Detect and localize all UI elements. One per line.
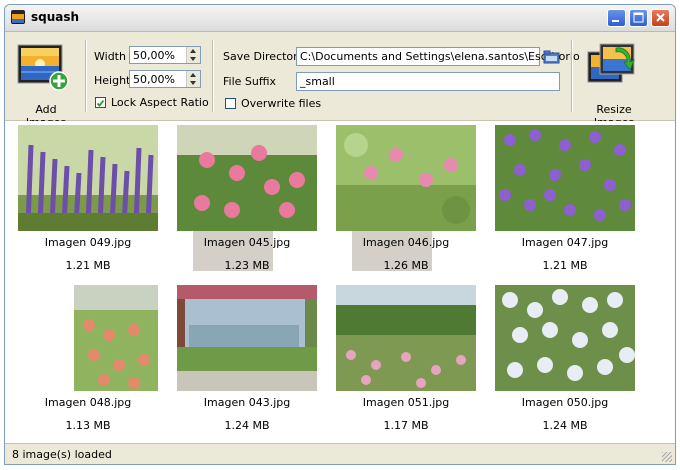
app-icon	[11, 10, 25, 24]
image-filesize: 1.21 MB	[65, 259, 111, 272]
lock-aspect-checkbox[interactable]	[95, 97, 106, 108]
image-filesize: 1.26 MB	[383, 259, 429, 272]
image-filename: Imagen 043.jpg	[203, 396, 291, 409]
image-filename: Imagen 046.jpg	[362, 236, 450, 249]
image-item[interactable]: Imagen 051.jpg 1.17 MB	[336, 285, 494, 443]
image-filesize: 1.23 MB	[224, 259, 270, 272]
image-filename: Imagen 051.jpg	[362, 396, 450, 409]
image-item[interactable]: Imagen 045.jpg 1.23 MB	[177, 125, 335, 283]
toolbar: Add Images Width 50,00% Height 50,00% Lo…	[5, 32, 675, 129]
width-spin-arrows[interactable]	[186, 47, 200, 63]
image-thumbnail[interactable]	[177, 125, 317, 231]
image-filesize: 1.21 MB	[542, 259, 588, 272]
maximize-button[interactable]	[629, 9, 648, 27]
width-spinbox[interactable]: 50,00%	[129, 46, 201, 64]
resize-images-icon	[587, 43, 635, 83]
status-text: 8 image(s) loaded	[12, 448, 112, 461]
image-thumbnail[interactable]	[18, 125, 158, 231]
close-button[interactable]	[651, 9, 670, 27]
minimize-icon	[612, 20, 619, 22]
image-thumbnail[interactable]	[495, 125, 635, 231]
image-thumbnail[interactable]	[495, 285, 635, 391]
folder-icon[interactable]	[543, 49, 561, 65]
image-item[interactable]: Imagen 048.jpg 1.13 MB	[18, 285, 176, 443]
save-directory-label: Save Directory	[223, 50, 305, 63]
image-thumbnail[interactable]	[336, 285, 476, 391]
image-item[interactable]: Imagen 047.jpg 1.21 MB	[495, 125, 653, 283]
height-label: Height	[94, 74, 131, 87]
image-filesize: 1.13 MB	[65, 419, 111, 432]
width-value: 50,00%	[133, 49, 175, 62]
image-filename: Imagen 049.jpg	[44, 236, 132, 249]
file-suffix-field[interactable]: _small	[296, 72, 560, 91]
checkmark-icon	[96, 99, 105, 107]
overwrite-label: Overwrite files	[241, 97, 322, 110]
minimize-button[interactable]	[607, 9, 626, 27]
image-item[interactable]: Imagen 049.jpg 1.21 MB	[18, 125, 176, 283]
image-thumbnail[interactable]	[177, 285, 317, 391]
image-filename: Imagen 047.jpg	[521, 236, 609, 249]
height-spin-arrows[interactable]	[186, 71, 200, 87]
toolbar-separator	[212, 40, 214, 112]
resize-grip[interactable]	[662, 452, 672, 462]
toolbar-separator	[571, 40, 573, 112]
overwrite-checkbox[interactable]	[225, 98, 236, 109]
window-title: squash	[31, 10, 80, 24]
image-grid: Imagen 049.jpg 1.21 MB Imagen 045.jpg 1.23 …	[5, 121, 675, 443]
image-filesize: 1.17 MB	[383, 419, 429, 432]
maximize-icon	[633, 12, 644, 23]
status-bar: 8 image(s) loaded	[5, 443, 675, 464]
file-suffix-label: File Suffix	[223, 75, 277, 88]
image-filename: Imagen 045.jpg	[203, 236, 291, 249]
image-item[interactable]: Imagen 046.jpg 1.26 MB	[336, 125, 494, 283]
lock-aspect-label: Lock Aspect Ratio	[111, 96, 209, 109]
close-icon	[656, 13, 665, 22]
width-label: Width	[94, 50, 126, 63]
file-suffix-value: _small	[300, 75, 335, 88]
image-filename: Imagen 048.jpg	[44, 396, 132, 409]
image-filesize: 1.24 MB	[224, 419, 270, 432]
image-filename: Imagen 050.jpg	[521, 396, 609, 409]
add-images-icon	[17, 44, 69, 91]
image-thumbnail[interactable]	[46, 285, 186, 391]
toolbar-separator	[85, 40, 87, 112]
save-directory-field[interactable]: C:\Documents and Settings\elena.santos\E…	[296, 47, 580, 66]
image-thumbnail[interactable]	[336, 125, 476, 231]
save-directory-value: C:\Documents and Settings\elena.santos\E…	[300, 50, 580, 63]
app-window: squash Add Images Width	[4, 4, 676, 465]
image-item[interactable]: Imagen 043.jpg 1.24 MB	[177, 285, 335, 443]
height-spinbox[interactable]: 50,00%	[129, 70, 201, 88]
height-value: 50,00%	[133, 73, 175, 86]
title-bar[interactable]: squash	[5, 5, 675, 32]
image-item[interactable]: Imagen 050.jpg 1.24 MB	[495, 285, 653, 443]
image-filesize: 1.24 MB	[542, 419, 588, 432]
